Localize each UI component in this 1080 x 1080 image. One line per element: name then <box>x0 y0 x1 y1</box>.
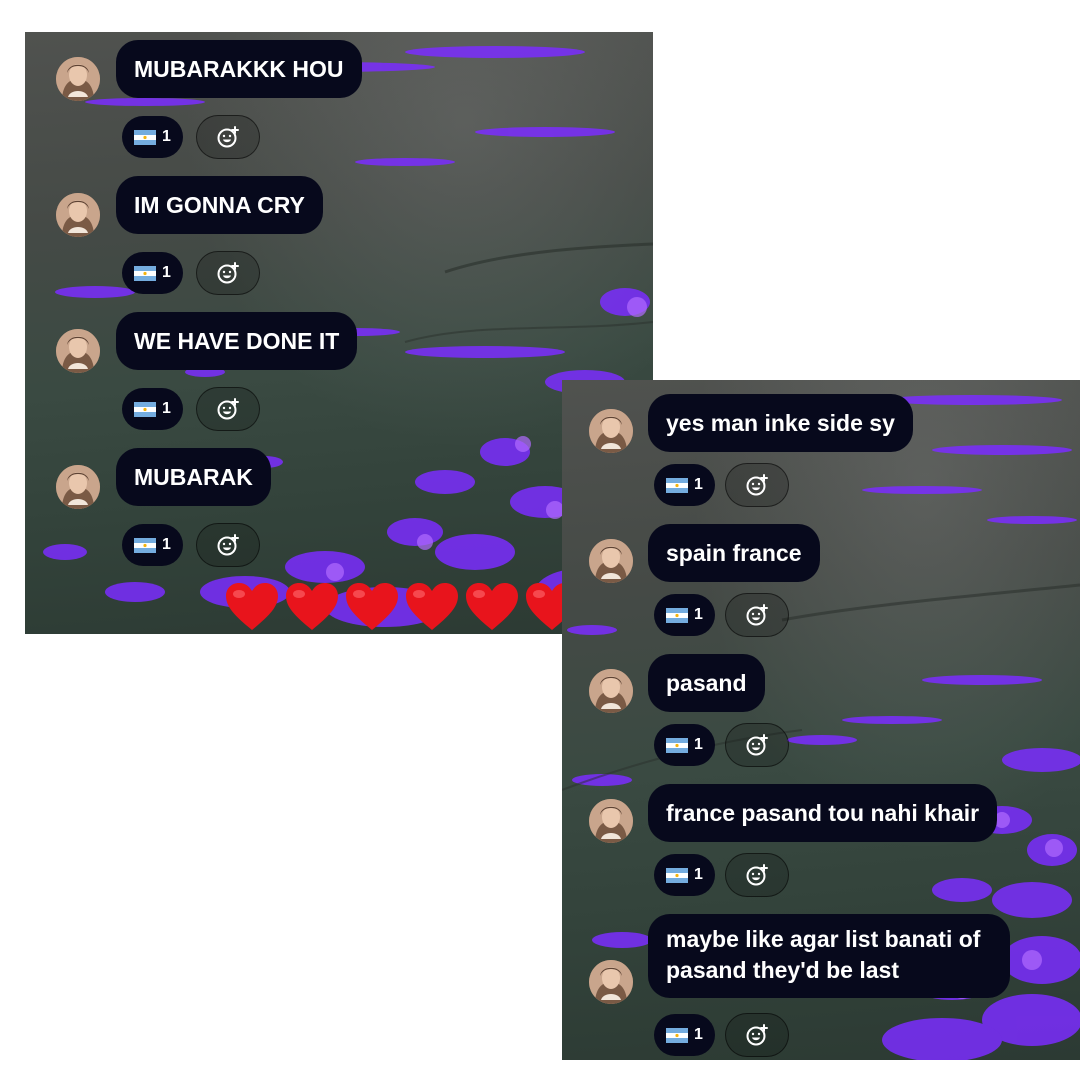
reaction-count: 1 <box>694 736 703 753</box>
red-heart-icon <box>345 582 399 632</box>
add-reaction-smiley-icon <box>745 733 769 757</box>
reaction-count: 1 <box>694 866 703 883</box>
add-reaction-smiley-icon <box>216 397 240 421</box>
message-bubble: yes man inke side sy <box>648 394 913 452</box>
add-reaction-smiley-icon <box>216 125 240 149</box>
add-reaction-button[interactable] <box>196 387 260 431</box>
add-reaction-button[interactable] <box>196 115 260 159</box>
reaction-count: 1 <box>162 128 171 145</box>
message-bubble: MUBARAK <box>116 448 271 506</box>
reaction-chip[interactable]: 1 <box>654 854 715 896</box>
reaction-chip[interactable]: 1 <box>122 252 183 294</box>
argentina-flag-icon <box>666 868 688 883</box>
add-reaction-smiley-icon <box>216 261 240 285</box>
argentina-flag-icon <box>666 608 688 623</box>
message-bubble: WE HAVE DONE IT <box>116 312 358 370</box>
message-bubble: france pasand tou nahi khair <box>648 784 998 842</box>
red-heart-icon <box>225 582 279 632</box>
reaction-chip[interactable]: 1 <box>654 464 715 506</box>
add-reaction-smiley-icon <box>216 533 240 557</box>
reaction-chip[interactable]: 1 <box>654 594 715 636</box>
add-reaction-button[interactable] <box>725 593 789 637</box>
argentina-flag-icon <box>134 266 156 281</box>
argentina-flag-icon <box>134 130 156 145</box>
argentina-flag-icon <box>666 738 688 753</box>
argentina-flag-icon <box>666 478 688 493</box>
left-chat-screenshot: MUBARAKKK HOU 1 IM GONNA CRY 1 WE HAVE D… <box>25 32 653 634</box>
add-reaction-button[interactable] <box>725 1013 789 1057</box>
reaction-chip[interactable]: 1 <box>122 116 183 158</box>
message-bubble: MUBARAKKK HOU <box>116 40 362 98</box>
message-bubble: IM GONNA CRY <box>116 176 323 234</box>
reaction-count: 1 <box>694 606 703 623</box>
right-chat-screenshot: yes man inke side sy 1 spain france 1 pa… <box>562 380 1080 1060</box>
user-avatar[interactable] <box>56 329 100 373</box>
add-reaction-smiley-icon <box>745 863 769 887</box>
red-heart-icon <box>465 582 519 632</box>
add-reaction-smiley-icon <box>745 603 769 627</box>
argentina-flag-icon <box>134 402 156 417</box>
add-reaction-smiley-icon <box>745 1023 769 1047</box>
message-bubble: spain france <box>648 524 820 582</box>
reaction-count: 1 <box>162 400 171 417</box>
reaction-count: 1 <box>162 536 171 553</box>
add-reaction-smiley-icon <box>745 473 769 497</box>
reaction-count: 1 <box>694 476 703 493</box>
reaction-chip[interactable]: 1 <box>122 388 183 430</box>
argentina-flag-icon <box>666 1028 688 1043</box>
user-avatar[interactable] <box>589 409 633 453</box>
reaction-count: 1 <box>694 1026 703 1043</box>
user-avatar[interactable] <box>56 193 100 237</box>
message-bubble: pasand <box>648 654 765 712</box>
reaction-count: 1 <box>162 264 171 281</box>
user-avatar[interactable] <box>589 799 633 843</box>
user-avatar[interactable] <box>589 539 633 583</box>
user-avatar[interactable] <box>589 669 633 713</box>
user-avatar[interactable] <box>56 57 100 101</box>
reaction-chip[interactable]: 1 <box>654 724 715 766</box>
red-heart-icon <box>285 582 339 632</box>
add-reaction-button[interactable] <box>725 723 789 767</box>
add-reaction-button[interactable] <box>725 463 789 507</box>
add-reaction-button[interactable] <box>196 523 260 567</box>
reaction-chip[interactable]: 1 <box>122 524 183 566</box>
user-avatar[interactable] <box>589 960 633 1004</box>
add-reaction-button[interactable] <box>196 251 260 295</box>
argentina-flag-icon <box>134 538 156 553</box>
reaction-chip[interactable]: 1 <box>654 1014 715 1056</box>
message-bubble: maybe like agar list banati of pasand th… <box>648 914 1010 998</box>
add-reaction-button[interactable] <box>725 853 789 897</box>
user-avatar[interactable] <box>56 465 100 509</box>
floating-hearts <box>225 582 579 632</box>
red-heart-icon <box>405 582 459 632</box>
